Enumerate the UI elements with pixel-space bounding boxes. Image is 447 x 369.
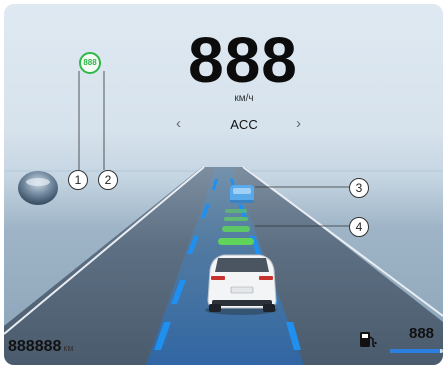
- speed-limit-value: 888: [83, 58, 97, 67]
- speed-readout: 888: [188, 24, 298, 96]
- chevron-right-icon[interactable]: ›: [296, 115, 301, 132]
- callout-4: 4: [349, 217, 369, 237]
- callout-2: 2: [98, 170, 118, 190]
- instrument-cluster: 888 888 км/ч ‹ ACC › 1 2 3 4 888888 км 88…: [4, 4, 443, 365]
- ego-vehicle: [205, 254, 277, 315]
- odometer-value: 888888: [8, 338, 62, 355]
- fuel-value: 888: [409, 325, 435, 342]
- odometer-unit: км: [63, 343, 74, 353]
- horizon-orb: [18, 171, 58, 205]
- odometer: 888888 км: [8, 338, 74, 356]
- fuel-gauge-bar: [390, 349, 443, 353]
- fuel-gauge-fill: [390, 349, 441, 353]
- callout-3: 3: [349, 178, 369, 198]
- chevron-left-icon[interactable]: ‹: [176, 115, 181, 132]
- callout-1: 1: [68, 170, 88, 190]
- fuel-pump-icon: [360, 332, 377, 348]
- lead-vehicle: [230, 185, 254, 203]
- speed-unit: км/ч: [234, 93, 254, 104]
- speed-limit-sign: 888: [79, 52, 101, 74]
- cruise-mode-label: ACC: [230, 117, 258, 132]
